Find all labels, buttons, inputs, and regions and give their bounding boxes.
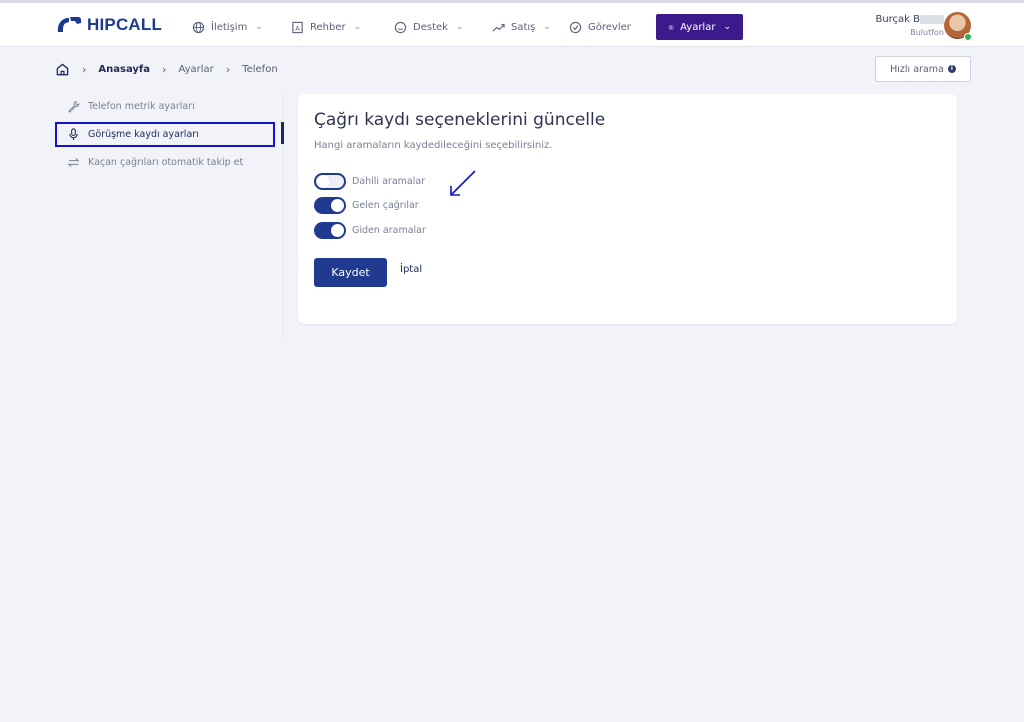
microphone-icon [69,128,78,141]
nav-label: Ayarlar [680,21,716,33]
chevron-right-icon: › [82,62,87,76]
phone-logo-icon [57,17,81,32]
sidebar-item-missed-calls[interactable]: Kaçan çağrıları otomatik takip et [55,150,285,175]
nav-satis[interactable]: Satış ⌄ [492,15,551,39]
nav-label: Rehber [310,21,346,33]
annotation-arrow-icon [450,170,476,196]
sidebar-item-label: Görüşme kaydı ayarları [88,129,199,140]
toggle-label: Giden aramalar [352,224,426,236]
toggle-outgoing-calls[interactable]: Giden aramalar [314,220,426,240]
nav-ayarlar[interactable]: Ayarlar ⌄ [656,14,743,40]
svg-text:A: A [295,24,300,32]
toggle-switch[interactable] [314,196,346,214]
brand-name: HIPCALL [87,15,163,34]
user-name: Burçak B [875,14,920,25]
quick-call-label: Hızlı arama [890,63,944,75]
sidebar-item-label: Kaçan çağrıları otomatik takip et [88,157,244,168]
gear-icon [668,24,674,30]
trend-up-icon [492,23,505,32]
toggle-knob [317,174,330,188]
user-company: Bulutfon [910,28,944,37]
chevron-down-icon: ⌄ [543,22,551,32]
user-name-row: Burçak B [875,14,944,25]
toggle-switch[interactable] [314,221,346,239]
save-button[interactable]: Kaydet [314,258,387,287]
recording-settings-card: Çağrı kaydı seçeneklerini güncelle Hangi… [298,94,957,324]
user-info[interactable]: Burçak B Bulutfon [875,14,944,37]
wrench-icon [68,100,80,113]
toggle-label: Dahili aramalar [352,175,426,187]
chevron-down-icon: ⌄ [255,22,263,32]
chevron-right-icon: › [225,62,231,76]
globe-icon [192,21,205,33]
sidebar-item-phone-metrics[interactable]: Telefon metrik ayarları [55,94,285,119]
toggle-internal-calls[interactable]: Dahili aramalar [314,171,425,191]
toggle-knob [331,223,344,237]
redacted-surname [920,14,944,24]
cancel-link[interactable]: İptal [400,264,422,275]
nav-label: Satış [511,21,536,33]
online-status-dot [964,33,972,41]
nav-label: İletişim [211,21,248,33]
toggle-switch[interactable] [314,172,346,190]
toggle-knob [331,198,344,212]
breadcrumb-ayarlar[interactable]: Ayarlar [178,64,213,75]
active-indicator [281,122,284,144]
repeat-arrows-icon [67,157,80,168]
card-subtitle: Hangi aramaların kaydedileceğini seçebil… [314,140,553,151]
breadcrumb-telefon: Telefon [242,63,278,75]
sidebar-item-label: Telefon metrik ayarları [88,101,195,112]
settings-sidebar: Telefon metrik ayarları Görüşme kaydı ay… [55,94,285,178]
nav-iletisim[interactable]: İletişim ⌄ [192,15,263,39]
toggle-incoming-calls[interactable]: Gelen çağrılar [314,195,419,215]
quick-call-button[interactable]: Hızlı arama i [875,56,971,82]
chevron-right-icon: › [162,62,167,76]
toggle-label: Gelen çağrılar [352,199,419,211]
breadcrumb: › Anasayfa › Ayarlar › Telefon [55,60,278,78]
info-icon: i [947,65,956,73]
nav-label: Görevler [588,21,631,33]
nav-rehber[interactable]: A Rehber ⌄ [291,15,361,39]
nav-gorevler[interactable]: Görevler [569,15,631,39]
chevron-down-icon: ⌄ [353,22,362,32]
sidebar-item-call-recording[interactable]: Görüşme kaydı ayarları [55,122,275,147]
chevron-down-icon: ⌄ [455,22,464,32]
card-title: Çağrı kaydı seçeneklerini güncelle [314,110,606,130]
support-smile-icon [394,21,407,33]
hipcall-logo[interactable]: HIPCALL [55,15,162,35]
home-icon[interactable] [55,62,70,77]
check-circle-icon [569,21,582,33]
top-navbar: HIPCALL İletişim ⌄ A Rehber ⌄ Destek ⌄ S… [0,0,1024,47]
breadcrumb-anasayfa[interactable]: Anasayfa [98,64,150,75]
nav-label: Destek [413,21,448,33]
chevron-down-icon: ⌄ [723,22,731,32]
contact-book-icon: A [292,21,303,33]
nav-destek[interactable]: Destek ⌄ [394,15,463,39]
